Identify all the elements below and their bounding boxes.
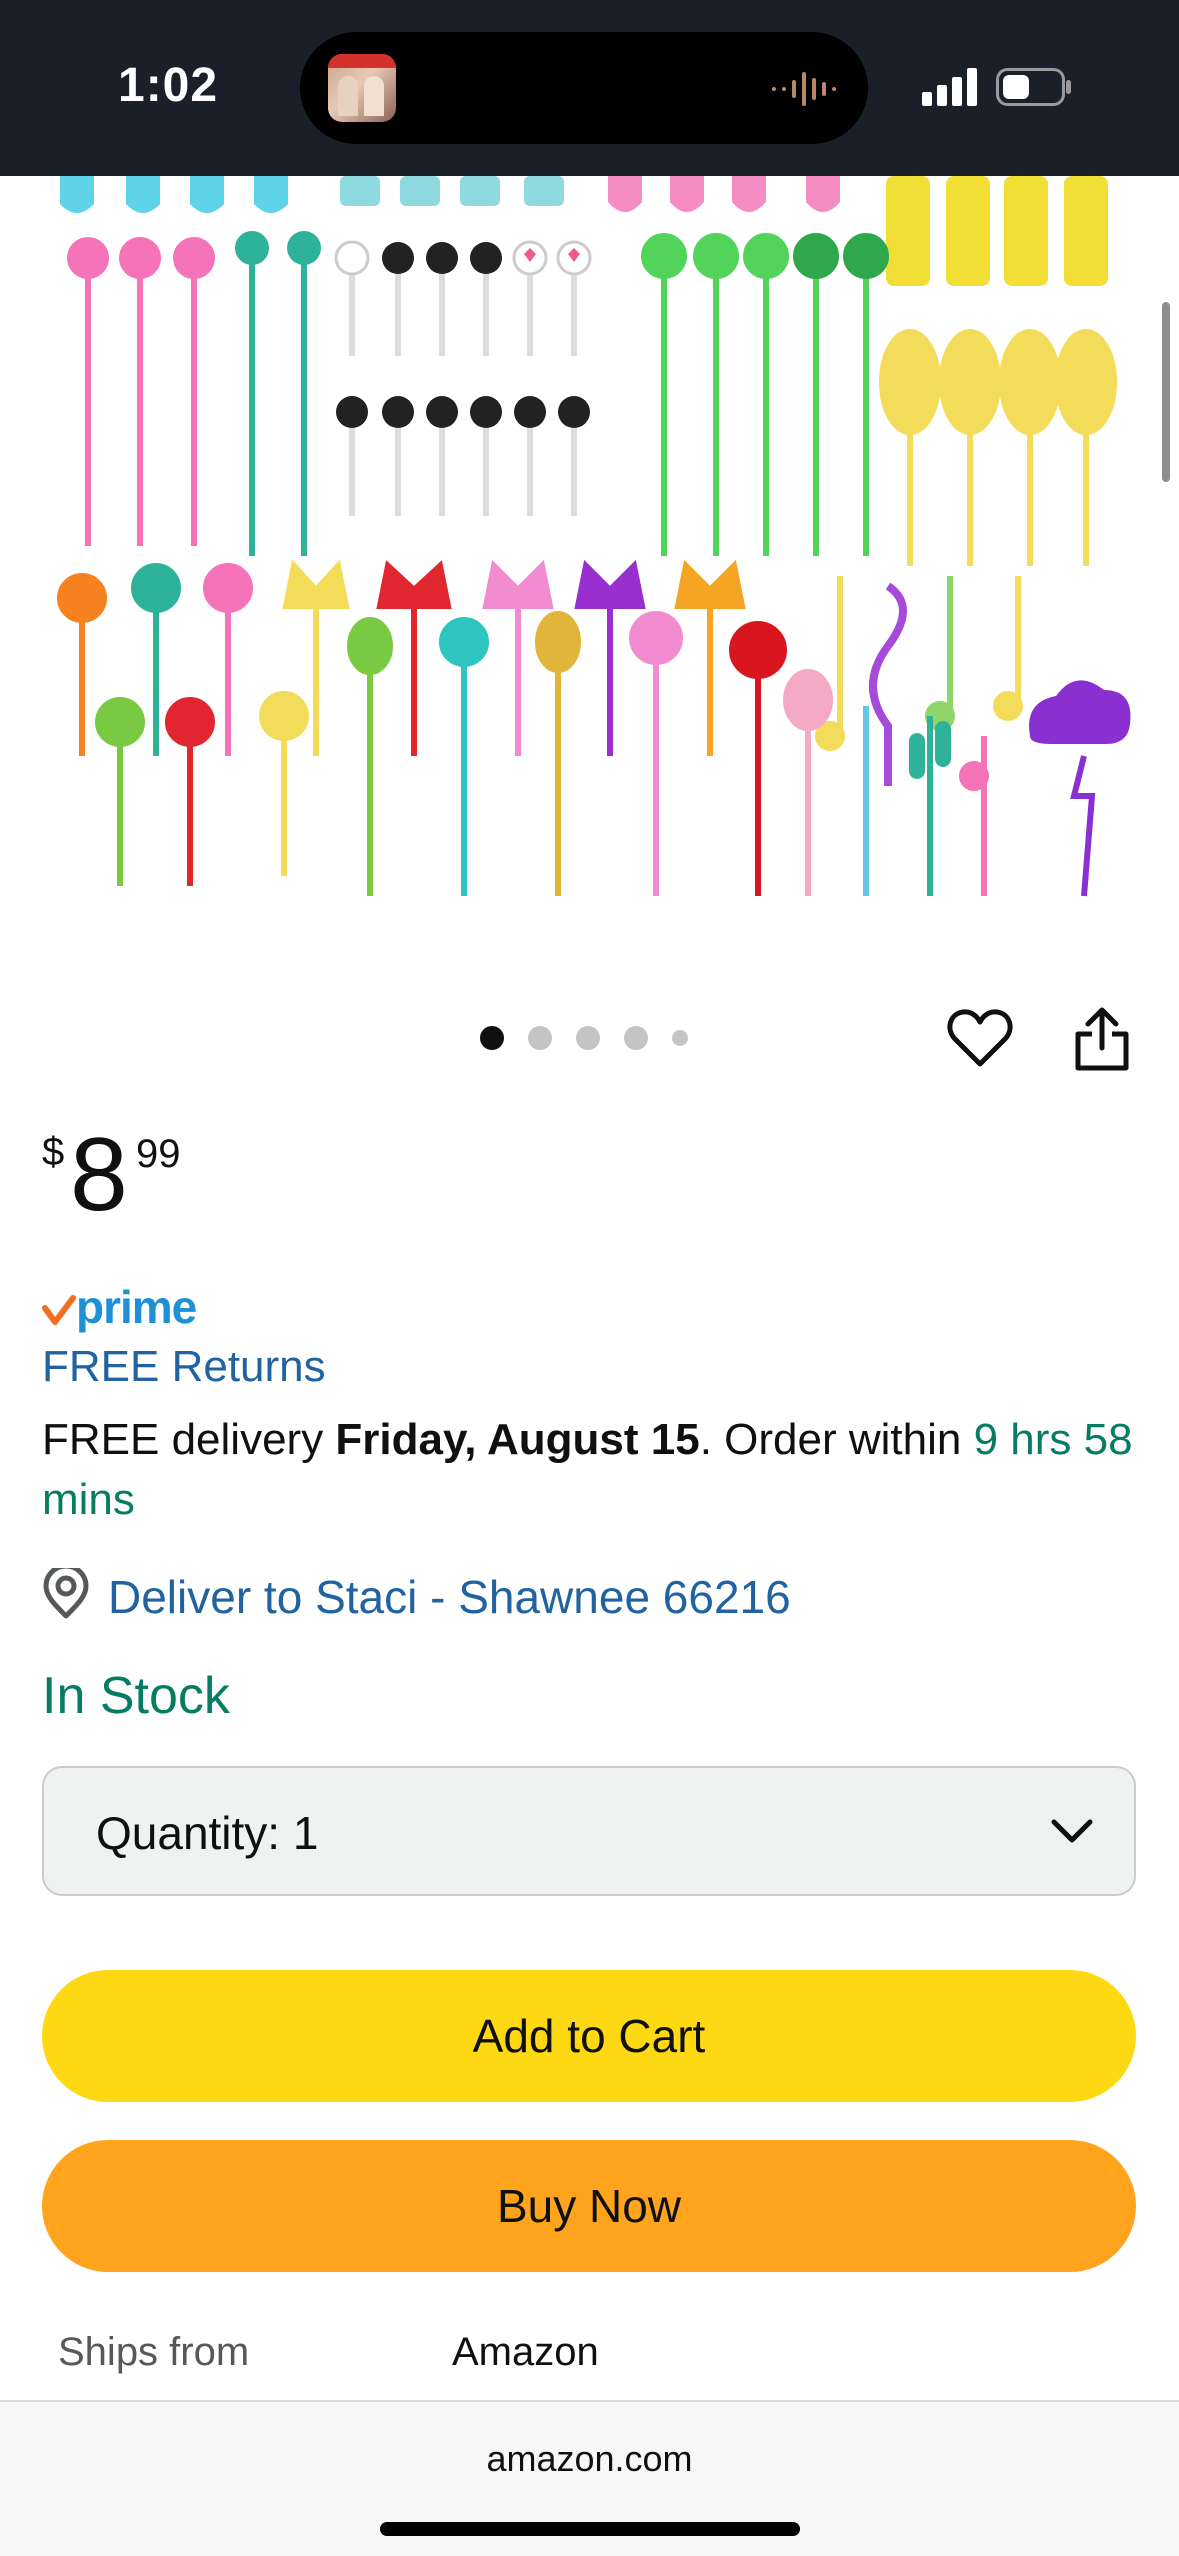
- carousel-dot-2[interactable]: [528, 1026, 552, 1050]
- carousel-dot-3[interactable]: [576, 1026, 600, 1050]
- quantity-value: 1: [292, 1807, 319, 1859]
- status-bar: 1:02: [0, 0, 1179, 176]
- price-currency: $: [42, 1130, 65, 1174]
- share-icon[interactable]: [1072, 1004, 1132, 1072]
- scroll-indicator[interactable]: [1162, 302, 1170, 482]
- carousel-dot-4[interactable]: [624, 1026, 648, 1050]
- product-image[interactable]: [40, 176, 1150, 916]
- signal-icon: [922, 68, 977, 106]
- free-returns-link[interactable]: FREE Returns: [42, 1342, 326, 1392]
- carousel-dot-1[interactable]: [480, 1026, 504, 1050]
- carousel-dot-5[interactable]: [672, 1030, 688, 1046]
- deliver-to-label[interactable]: Deliver to Staci - Shawnee 66216: [108, 1570, 791, 1624]
- ships-from-value: Amazon: [452, 2330, 599, 2374]
- stock-status: In Stock: [42, 1667, 230, 1725]
- url-text[interactable]: amazon.com: [0, 2438, 1179, 2480]
- add-to-cart-button[interactable]: Add to Cart: [42, 1970, 1136, 2102]
- battery-icon: [996, 68, 1071, 106]
- carousel-dots[interactable]: [480, 1026, 688, 1050]
- delivery-mid: . Order within: [699, 1415, 974, 1464]
- ships-from-label: Ships from: [58, 2330, 250, 2374]
- quantity-text: Quantity: 1: [96, 1806, 318, 1860]
- price-fraction: 99: [136, 1132, 181, 1176]
- quantity-label: Quantity:: [96, 1807, 281, 1859]
- audio-waveform-icon: [772, 72, 836, 106]
- price-whole: 8: [70, 1117, 128, 1233]
- home-indicator[interactable]: [380, 2522, 800, 2536]
- buy-now-button[interactable]: Buy Now: [42, 2140, 1136, 2272]
- prime-check-icon: [42, 1295, 76, 1325]
- status-time: 1:02: [118, 59, 219, 112]
- delivery-prefix: FREE delivery: [42, 1415, 336, 1464]
- delivery-info: FREE delivery Friday, August 15. Order w…: [42, 1410, 1142, 1530]
- heart-icon[interactable]: [946, 1004, 1014, 1072]
- prime-label: prime: [76, 1281, 197, 1333]
- browser-url-bar[interactable]: amazon.com: [0, 2400, 1179, 2556]
- quantity-select[interactable]: Quantity: 1: [42, 1766, 1136, 1896]
- prime-badge: prime: [42, 1280, 262, 1333]
- chevron-down-icon: [1051, 1819, 1093, 1843]
- delivery-date: Friday, August 15: [335, 1415, 700, 1464]
- location-pin-icon: [43, 1568, 89, 1619]
- now-playing-thumbnail-icon[interactable]: [328, 54, 396, 122]
